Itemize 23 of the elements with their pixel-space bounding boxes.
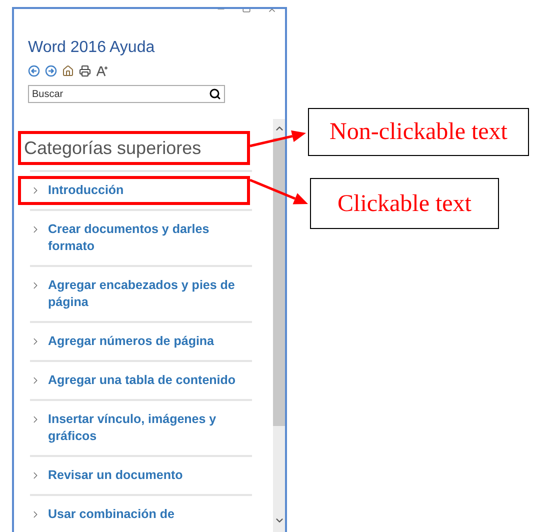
arrow: [250, 178, 308, 204]
topic-link[interactable]: Agregar encabezados y pies de página: [48, 277, 238, 311]
search-icon[interactable]: [209, 88, 221, 100]
font-size-icon[interactable]: [96, 65, 108, 77]
topic-link[interactable]: Agregar una tabla de contenido: [48, 372, 238, 389]
topic-link[interactable]: Usar combinación de: [48, 506, 238, 523]
topic-link[interactable]: Insertar vínculo, imágenes y gráficos: [48, 411, 238, 445]
callout-label: Clickable text: [310, 178, 499, 229]
search-field[interactable]: Buscar: [28, 85, 225, 103]
home-icon[interactable]: [62, 65, 74, 77]
callout-label: Non-clickable text: [308, 108, 529, 156]
scrollbar[interactable]: [273, 119, 285, 532]
section-heading: Categorías superiores: [24, 137, 202, 159]
back-icon[interactable]: [28, 65, 40, 77]
topic-link[interactable]: Introducción: [48, 182, 238, 199]
print-icon[interactable]: [79, 65, 91, 77]
window-title: Word 2016 Ayuda: [28, 38, 156, 58]
topic-link[interactable]: Agregar números de página: [48, 333, 238, 350]
forward-icon[interactable]: [45, 65, 57, 77]
topic-link[interactable]: Revisar un documento: [48, 467, 238, 484]
arrow: [250, 130, 306, 148]
scroll-thumb[interactable]: [273, 138, 285, 426]
topic-link[interactable]: Crear documentos y darles formato: [48, 221, 238, 255]
